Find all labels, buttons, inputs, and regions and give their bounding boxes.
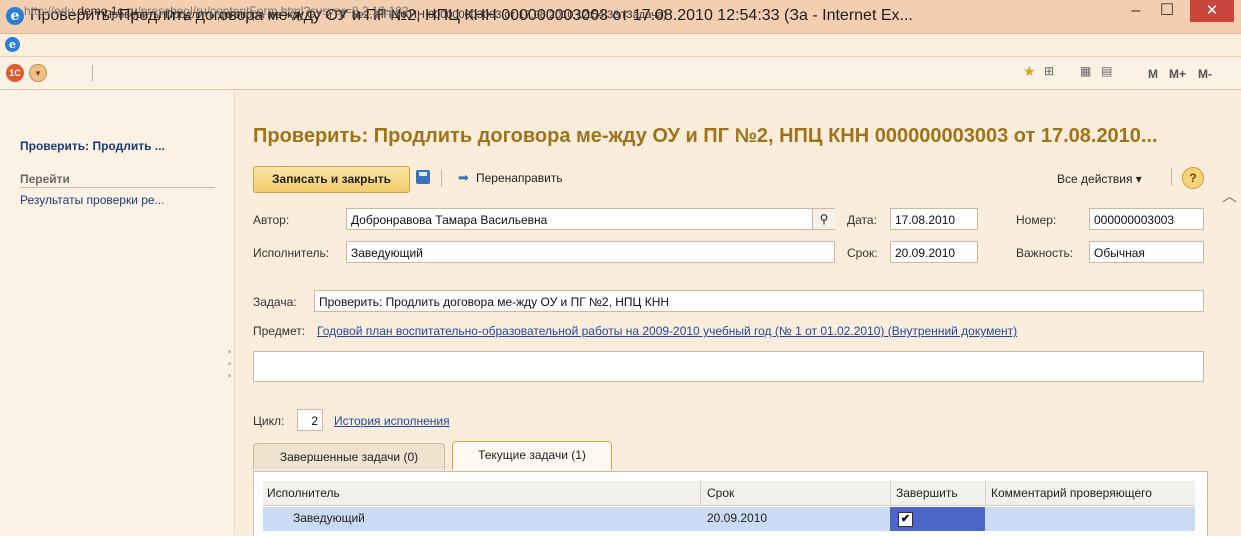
author-search-icon[interactable]: ⚲ — [812, 209, 835, 229]
page-icon: e — [5, 37, 20, 52]
save-disk-icon[interactable] — [416, 170, 430, 184]
importance-field[interactable]: Обычная — [1089, 241, 1204, 263]
deadline-label: Срок: — [847, 246, 878, 260]
column-separator[interactable] — [700, 481, 701, 506]
author-field[interactable]: Добронравова Тамара Васильевна — [346, 208, 835, 230]
calendar-icon[interactable]: ▤ — [1101, 64, 1112, 78]
sidebar-form-title[interactable]: Проверить: Продлить ... — [20, 139, 165, 153]
number-label: Номер: — [1016, 213, 1057, 227]
memory-minus-button[interactable]: M- — [1198, 67, 1212, 81]
complete-checkbox[interactable]: ✔ — [898, 512, 913, 527]
comment-textarea[interactable] — [253, 351, 1204, 382]
column-separator[interactable] — [985, 481, 986, 506]
column-header-complete[interactable]: Завершить — [896, 486, 958, 500]
column-header-deadline[interactable]: Срок — [707, 486, 734, 500]
save-and-close-button[interactable]: Записать и закрыть — [253, 166, 410, 193]
redirect-arrow-icon: ➡ — [458, 170, 469, 185]
1c-logo-icon[interactable]: 1С — [6, 64, 24, 82]
ie-logo-icon: e — [6, 7, 24, 25]
splitter-grip[interactable] — [228, 362, 231, 365]
date-field[interactable]: 17.08.2010 — [890, 208, 978, 230]
column-separator[interactable] — [890, 481, 891, 506]
deadline-field[interactable]: 20.09.2010 — [890, 241, 978, 263]
splitter-grip[interactable] — [228, 350, 231, 353]
calculator-icon[interactable]: ▦ — [1080, 64, 1091, 78]
memory-m-button[interactable]: M — [1148, 67, 1158, 81]
url-prefix: http://edu. — [24, 4, 78, 18]
task-field[interactable]: Проверить: Продлить договора ме-жду ОУ и… — [314, 290, 1204, 312]
sidebar-goto-heading: Перейти — [20, 172, 70, 186]
form-title: Проверить: Продлить договора ме-жду ОУ и… — [253, 125, 1158, 147]
scroll-up-chevron-icon[interactable]: ︿ — [1222, 185, 1237, 206]
toolbar-divider — [92, 65, 93, 81]
favorites-star-icon[interactable]: ★ — [1023, 63, 1036, 80]
author-label: Автор: — [253, 213, 290, 227]
app-toolbar — [0, 57, 1241, 90]
column-header-comment[interactable]: Комментарий проверяющего — [991, 486, 1152, 500]
date-label: Дата: — [847, 213, 877, 227]
toolbar-separator — [441, 169, 442, 187]
importance-label: Важность: — [1016, 246, 1074, 260]
sidebar — [0, 90, 235, 535]
row-deadline-cell[interactable]: 20.09.2010 — [707, 511, 767, 525]
redirect-button[interactable]: Перенаправить — [476, 171, 563, 185]
sidebar-item-check-results[interactable]: Результаты проверки ре... — [20, 193, 165, 207]
toolbar-separator — [1171, 168, 1172, 186]
history-link[interactable]: История исполнения — [334, 414, 450, 428]
splitter-grip[interactable] — [228, 374, 231, 377]
number-field[interactable]: 000000003003 — [1089, 208, 1204, 230]
all-actions-menu[interactable]: Все действия ▾ — [1057, 172, 1142, 186]
sidebar-divider — [20, 187, 215, 188]
cycle-field[interactable]: 2 — [297, 409, 323, 431]
executor-label: Исполнитель: — [253, 246, 330, 260]
close-button[interactable]: ✕ — [1190, 0, 1234, 22]
address-bar[interactable] — [0, 34, 1241, 57]
cycle-label: Цикл: — [253, 414, 285, 428]
tab-completed-tasks[interactable]: Завершенные задачи (0) — [253, 443, 445, 470]
help-button[interactable]: ? — [1182, 167, 1204, 189]
minimize-button[interactable]: – — [1121, 0, 1151, 22]
subject-label: Предмет: — [253, 324, 306, 338]
bookmark-icon[interactable]: ⊞ — [1044, 64, 1054, 78]
column-header-executor[interactable]: Исполнитель — [267, 486, 340, 500]
row-executor-cell[interactable]: Заведующий — [293, 511, 365, 525]
app-tab-title: Проверить: Продлить договора ме-жду ОУ и… — [104, 9, 667, 21]
executor-field[interactable]: Заведующий — [346, 241, 835, 263]
dropdown-menu-icon[interactable]: ▾ — [29, 64, 47, 82]
memory-plus-button[interactable]: M+ — [1169, 67, 1186, 81]
maximize-button[interactable]: ☐ — [1152, 0, 1182, 22]
tab-current-tasks[interactable]: Текущие задачи (1) — [452, 441, 612, 470]
subject-link[interactable]: Годовой план воспитательно-образовательн… — [317, 324, 1017, 338]
task-label: Задача: — [253, 295, 297, 309]
